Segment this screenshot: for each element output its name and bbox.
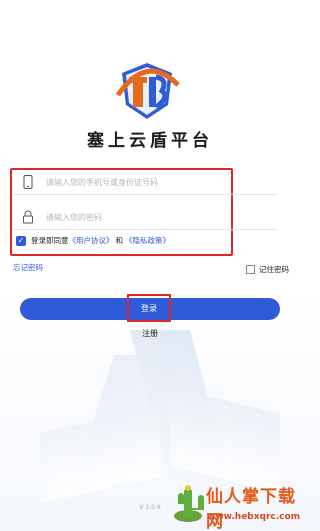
app-title: 塞上云盾平台 (87, 131, 213, 151)
agree-and: 和 (115, 236, 124, 245)
register-link[interactable]: 注册 (0, 328, 300, 339)
phone-icon (23, 175, 33, 189)
forgot-password-link[interactable]: 忘记密码 (13, 262, 43, 273)
agree-checkbox[interactable]: ✓ (16, 235, 26, 246)
divider (14, 194, 277, 195)
password-field-row (14, 205, 279, 229)
remember-label: 记住密码 (259, 265, 289, 274)
phone-field-row (14, 170, 279, 194)
watermark-name: 仙人掌下载网 (206, 487, 296, 531)
privacy-policy-link[interactable]: 《隐私政策》 (125, 235, 170, 246)
user-agreement-link[interactable]: 《用户协议》 (69, 235, 114, 246)
background-shard (129, 330, 231, 480)
watermark-url: www.hebxqrc.com (207, 512, 301, 522)
divider (14, 229, 277, 230)
background-shard (75, 355, 185, 475)
password-input[interactable] (46, 212, 246, 222)
app-logo (115, 63, 180, 119)
lock-icon (23, 210, 33, 224)
agreement-row: ✓ 登录即同意 《用户协议》 和 《隐私政策》 (16, 235, 170, 246)
remember-password[interactable]: 记住密码 (246, 264, 289, 275)
login-button[interactable] (20, 298, 280, 320)
background-shard (40, 407, 160, 503)
agree-prefix: 登录即同意 (31, 236, 69, 245)
remember-checkbox[interactable] (246, 265, 255, 274)
phone-input[interactable] (46, 177, 246, 187)
